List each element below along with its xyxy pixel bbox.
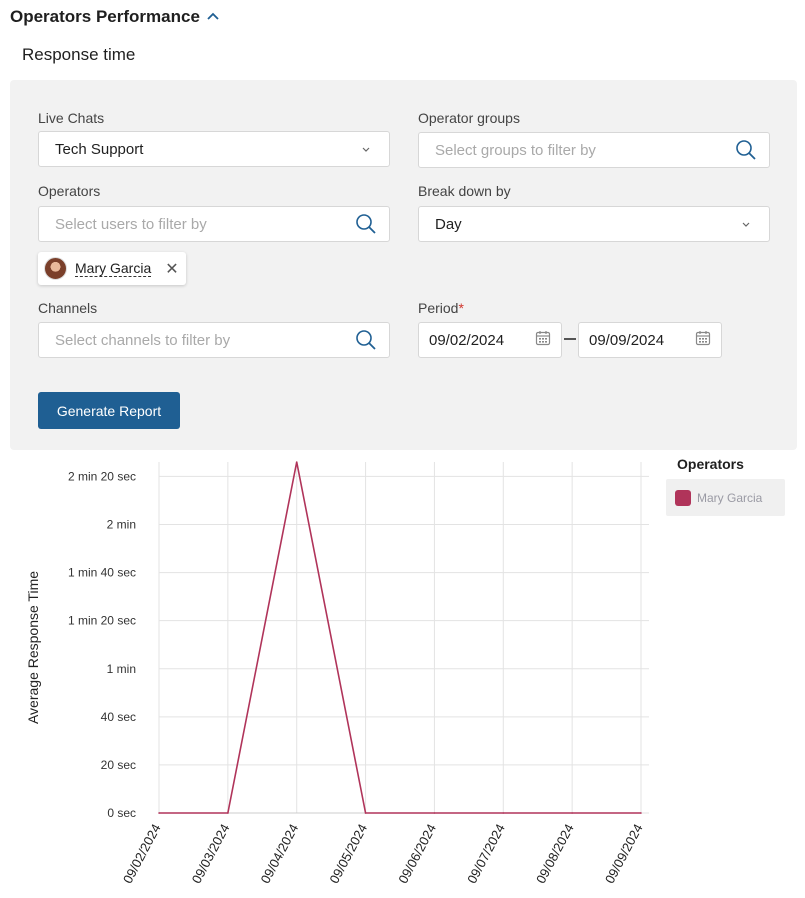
x-tick-label: 09/02/2024 xyxy=(120,821,164,886)
y-tick-label: 1 min 40 sec xyxy=(68,566,136,580)
search-icon[interactable] xyxy=(735,139,757,161)
legend-item-label: Mary Garcia xyxy=(697,490,763,505)
operators-input[interactable]: Select users to filter by xyxy=(38,206,390,242)
section-header[interactable]: Operators Performance xyxy=(10,6,220,28)
chevron-down-icon xyxy=(355,138,377,160)
operator-groups-label: Operator groups xyxy=(418,110,520,126)
close-icon[interactable]: ✕ xyxy=(165,259,178,279)
period-label: Period* xyxy=(418,300,464,316)
x-tick-label: 09/04/2024 xyxy=(258,821,302,886)
x-tick-label: 09/06/2024 xyxy=(395,821,439,886)
chevron-down-icon xyxy=(735,213,757,235)
operator-chip[interactable]: Mary Garcia ✕ xyxy=(38,252,186,285)
data-point xyxy=(227,812,229,814)
subsection-title: Response time xyxy=(22,45,136,64)
legend-title: Operators xyxy=(677,456,744,472)
operators-placeholder: Select users to filter by xyxy=(55,215,207,233)
y-tick-label: 1 min xyxy=(107,662,136,676)
data-point xyxy=(502,812,505,814)
legend-swatch xyxy=(675,489,691,506)
x-tick-label: 09/09/2024 xyxy=(602,821,646,886)
period-start-value: 09/02/2024 xyxy=(429,331,505,349)
calendar-icon[interactable] xyxy=(535,330,551,350)
y-tick-label: 1 min 20 sec xyxy=(68,614,136,628)
operator-chip-label[interactable]: Mary Garcia xyxy=(75,260,152,277)
calendar-icon[interactable] xyxy=(695,330,711,350)
response-time-chart: 0 sec 20 sec 40 sec 1 min 1 min 20 sec 1 min … xyxy=(25,461,649,886)
legend-item[interactable]: Mary Garcia xyxy=(666,479,785,516)
data-point xyxy=(158,812,160,814)
y-tick-label: 40 sec xyxy=(101,710,136,724)
break-down-select[interactable]: Day xyxy=(418,206,770,242)
operator-groups-input[interactable]: Select groups to filter by xyxy=(418,132,770,168)
live-chats-select[interactable]: Tech Support xyxy=(38,131,390,167)
y-axis-label: Average Response Time xyxy=(25,571,41,724)
live-chats-label: Live Chats xyxy=(38,110,105,126)
series-line xyxy=(159,461,641,814)
data-point xyxy=(640,812,642,814)
generate-report-button[interactable]: Generate Report xyxy=(38,392,180,429)
operator-groups-placeholder: Select groups to filter by xyxy=(435,141,596,159)
search-icon[interactable] xyxy=(355,329,377,351)
avatar xyxy=(44,257,67,280)
operators-label: Operators xyxy=(38,183,101,199)
y-tick-label: 20 sec xyxy=(101,758,136,772)
y-tick-label: 2 min xyxy=(107,518,136,532)
data-point xyxy=(364,812,367,814)
required-mark: * xyxy=(458,300,464,316)
break-down-value: Day xyxy=(435,215,462,233)
data-point xyxy=(571,812,573,814)
break-down-label: Break down by xyxy=(418,183,511,199)
live-chats-value: Tech Support xyxy=(55,140,144,158)
channels-placeholder: Select channels to filter by xyxy=(55,331,231,349)
y-tick-label: 0 sec xyxy=(107,806,136,820)
search-icon[interactable] xyxy=(355,213,377,235)
x-tick-label: 09/05/2024 xyxy=(326,821,370,886)
chevron-up-icon[interactable] xyxy=(206,10,220,24)
period-label-text: Period xyxy=(418,300,459,316)
section-title: Operators Performance xyxy=(10,7,200,26)
data-point xyxy=(295,461,298,463)
x-tick-label: 09/07/2024 xyxy=(464,821,508,886)
date-range-separator xyxy=(564,338,576,340)
period-start-input[interactable]: 09/02/2024 xyxy=(418,322,562,358)
channels-label: Channels xyxy=(38,300,98,316)
period-end-input[interactable]: 09/09/2024 xyxy=(578,322,722,358)
x-tick-label: 09/03/2024 xyxy=(189,821,233,886)
period-end-value: 09/09/2024 xyxy=(589,331,665,349)
channels-input[interactable]: Select channels to filter by xyxy=(38,322,390,358)
x-tick-label: 09/08/2024 xyxy=(533,821,577,886)
y-tick-label: 2 min 20 sec xyxy=(68,469,136,483)
data-point xyxy=(433,812,436,814)
